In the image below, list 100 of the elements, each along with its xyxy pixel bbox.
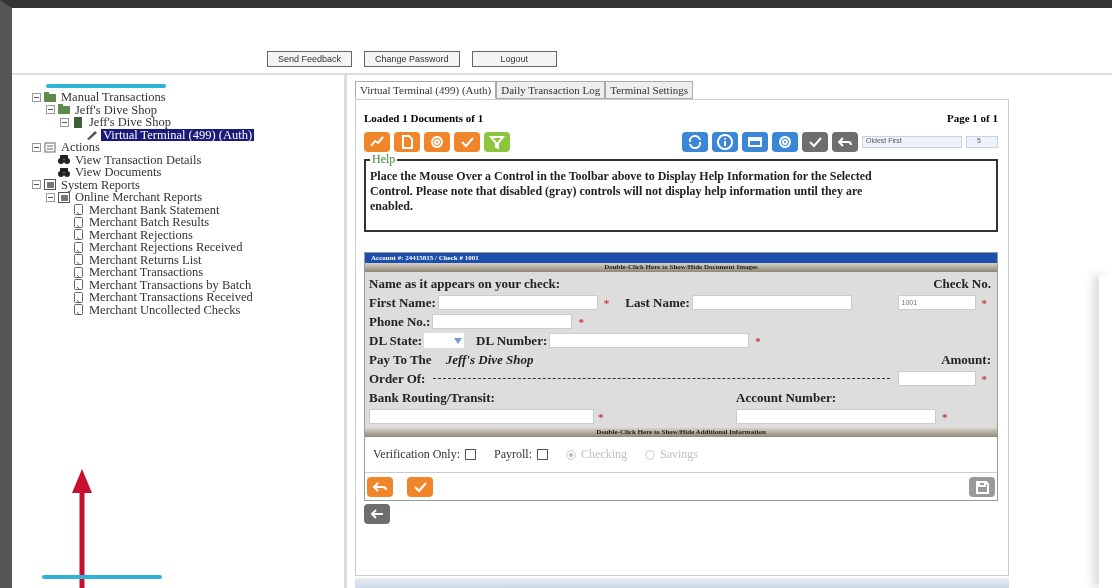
- checkbox[interactable]: [465, 449, 476, 460]
- gear-icon: [776, 133, 794, 151]
- toolbar-button[interactable]: [802, 132, 828, 152]
- toolbar-button[interactable]: [772, 132, 798, 152]
- account-number-field[interactable]: [736, 409, 936, 424]
- funnel-icon: [488, 133, 506, 151]
- required-mark: *: [578, 315, 584, 328]
- binoculars-icon: [58, 166, 70, 178]
- tree-item[interactable]: Merchant Bank Statement: [87, 203, 222, 216]
- tree-item[interactable]: Manual Transactions: [59, 91, 168, 104]
- collapse-toggle[interactable]: [60, 117, 69, 127]
- dl-number-field[interactable]: [549, 333, 750, 348]
- toolbar-button[interactable]: [832, 132, 858, 152]
- collapse-toggle[interactable]: [32, 92, 41, 102]
- folder-icon: [58, 104, 70, 116]
- toolbar-button[interactable]: [712, 132, 738, 152]
- required-mark: *: [755, 334, 761, 347]
- required-mark: *: [598, 410, 604, 423]
- amount-field[interactable]: [897, 371, 976, 386]
- report-icon: [44, 179, 56, 191]
- checkbox[interactable]: [537, 449, 548, 460]
- tree-item[interactable]: Jeff's Dive Shop: [87, 116, 173, 129]
- page-icon: [72, 266, 84, 278]
- collapse-toggle[interactable]: [32, 142, 41, 152]
- page-icon: [72, 216, 84, 228]
- routing-number-field[interactable]: [369, 409, 594, 424]
- last-name-field[interactable]: [691, 295, 852, 310]
- phone-field[interactable]: [432, 314, 573, 329]
- tree-item[interactable]: Merchant Returns List: [87, 253, 204, 266]
- action-button[interactable]: [407, 477, 433, 497]
- field-label: Check No.: [933, 275, 991, 292]
- page-icon: [72, 279, 84, 291]
- header-button[interactable]: Send Feedback: [267, 51, 353, 67]
- field-label: Order Of:: [369, 370, 426, 387]
- state-dropdown[interactable]: [424, 333, 465, 348]
- page-icon: [72, 254, 84, 266]
- save-button[interactable]: [969, 477, 995, 497]
- tree-item[interactable]: Merchant Transactions by Batch: [87, 278, 254, 291]
- field-label: Pay To The: [369, 351, 432, 368]
- toolbar-button[interactable]: [424, 132, 450, 152]
- option-label: Checking: [581, 447, 627, 462]
- page-icon: [72, 229, 84, 241]
- info-icon: [716, 133, 734, 151]
- first-name-field[interactable]: [437, 295, 598, 310]
- option-label: Savings: [660, 447, 698, 462]
- page-icon: [72, 241, 84, 253]
- binoculars-icon: [58, 154, 70, 166]
- tree-item[interactable]: Merchant Rejections Received: [87, 241, 245, 254]
- page-icon: [72, 291, 84, 303]
- page-icon: [72, 304, 84, 316]
- tree-item[interactable]: System Reports: [59, 178, 142, 191]
- option-label: Payroll:: [494, 447, 532, 462]
- pen-icon: [86, 129, 98, 141]
- tree-item[interactable]: Virtual Terminal (499) (Auth): [101, 128, 255, 141]
- back-button[interactable]: [364, 504, 390, 524]
- collapse-toggle[interactable]: [46, 105, 55, 115]
- tab[interactable]: Terminal Settings: [605, 81, 693, 99]
- book-icon: [72, 116, 84, 128]
- required-mark: *: [981, 372, 987, 385]
- required-mark: *: [603, 296, 610, 309]
- toolbar-button[interactable]: [364, 132, 390, 152]
- tab[interactable]: Virtual Terminal (499) (Auth): [355, 81, 497, 99]
- tree-item[interactable]: Merchant Rejections: [87, 228, 195, 241]
- header-button[interactable]: Logout: [471, 51, 558, 67]
- documents-count: Loaded 1 Documents of 1: [364, 112, 484, 124]
- toolbar-button[interactable]: [682, 132, 708, 152]
- field-label: Amount:: [941, 351, 991, 368]
- collapse-toggle[interactable]: [46, 192, 55, 202]
- collapse-toggle[interactable]: [32, 180, 41, 190]
- refresh-icon: [686, 133, 704, 151]
- toolbar-button[interactable]: [742, 132, 768, 152]
- horizontal-scrollbar[interactable]: [355, 578, 1009, 588]
- page-indicator: Page 1 of 1: [947, 112, 998, 124]
- tree-item[interactable]: Merchant Uncollected Checks: [87, 303, 243, 316]
- field-label: First Name:: [369, 294, 436, 311]
- toolbar-button[interactable]: [454, 132, 480, 152]
- field-label: DL State:: [369, 332, 423, 349]
- tree-item[interactable]: Actions: [59, 141, 102, 154]
- field-label: Account Number:: [736, 389, 836, 406]
- tree-item[interactable]: View Documents: [73, 166, 164, 179]
- report-icon: [58, 191, 70, 203]
- header-button[interactable]: Change Password: [364, 51, 460, 67]
- tree-item[interactable]: Merchant Transactions: [87, 266, 206, 279]
- tree-item[interactable]: Merchant Transactions Received: [87, 291, 255, 304]
- tab[interactable]: Daily Transaction Log: [496, 81, 606, 99]
- tree-item[interactable]: Online Merchant Reports: [73, 191, 205, 204]
- help-legend: Help: [370, 152, 398, 167]
- toolbar-button[interactable]: [394, 132, 420, 152]
- tree-item[interactable]: Merchant Batch Results: [87, 216, 212, 229]
- field-label: Last Name:: [625, 294, 690, 311]
- action-button[interactable]: [367, 477, 393, 497]
- tree-item[interactable]: Jeff's Dive Shop: [73, 103, 159, 116]
- payee-name: Jeff's Dive Shop: [445, 351, 534, 368]
- field-label: DL Number:: [476, 332, 548, 349]
- field-label: Bank Routing/Transit:: [369, 389, 496, 406]
- option-label: Verification Only:: [373, 447, 460, 462]
- required-mark: *: [981, 296, 987, 309]
- gear-icon: [428, 133, 446, 151]
- caret-icon: [454, 337, 463, 344]
- tree-item[interactable]: View Transaction Details: [73, 153, 204, 166]
